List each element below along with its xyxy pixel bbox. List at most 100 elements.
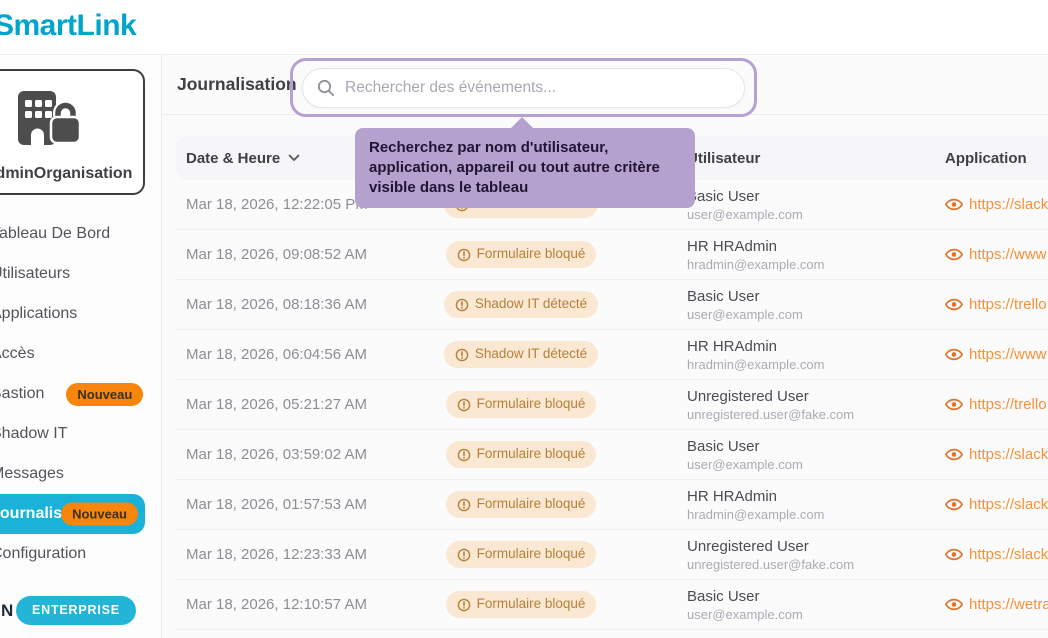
sidebar-item-label: Accès <box>0 345 35 363</box>
search-box[interactable] <box>302 68 745 108</box>
application-link[interactable]: https://slack <box>969 546 1048 563</box>
building-lock-icon <box>10 87 84 154</box>
event-type-badge: Shadow IT détecté <box>444 341 598 367</box>
sidebar-item-label: Tableau De Bord <box>0 225 110 243</box>
eye-icon <box>945 348 963 361</box>
event-type-badge: Formulaire bloqué <box>446 541 597 567</box>
sidebar-item-label: Applications <box>0 305 77 323</box>
user-cell: HR HRAdmin hradmin@example.com <box>616 238 945 272</box>
user-name: Basic User <box>687 288 945 305</box>
table-row: Mar 18, 2026, 01:57:53 AMFormulaire bloq… <box>176 480 1048 530</box>
user-cell: Unregistered Userunregistered.user@fake.… <box>616 388 945 422</box>
organisation-card[interactable]: AdminOrganisation <box>0 69 145 195</box>
user-email: user@example.com <box>687 307 945 322</box>
sidebar-item-bastion[interactable]: Bastion Nouveau <box>0 374 211 414</box>
sidebar-item-acces[interactable]: Accès <box>0 334 211 374</box>
user-email: user@example.com <box>687 457 945 472</box>
user-email: hradmin@example.com <box>687 357 945 372</box>
search-icon <box>317 79 335 97</box>
event-type-badge: Formulaire bloqué <box>446 591 597 617</box>
event-cell: Shadow IT détecté <box>426 341 616 367</box>
event-cell: Shadow IT détecté <box>426 291 616 317</box>
top-bar: SmartLink <box>0 0 1048 55</box>
user-cell: HR HRAdminhradmin@example.com <box>616 488 945 522</box>
event-type-label: Formulaire bloqué <box>477 246 586 262</box>
user-email: user@example.com <box>687 607 945 622</box>
user-email: unregistered.user@fake.com <box>687 557 945 572</box>
application-link[interactable]: https://www <box>969 246 1047 263</box>
event-cell: Formulaire bloqué <box>426 241 616 267</box>
sidebar-item-label: Utilisateurs <box>0 265 70 283</box>
application-cell: https://slack <box>945 496 1048 513</box>
brand-logo[interactable]: SmartLink <box>0 9 136 43</box>
alert-circle-icon <box>457 598 471 612</box>
user-name: Unregistered User <box>687 388 945 405</box>
search-focus-ring <box>290 58 757 117</box>
application-cell: https://wetra <box>945 596 1048 613</box>
application-link[interactable]: https://slack <box>969 196 1048 213</box>
table-row: Mar 18, 2026, 09:08:52 AM Formulaire bloq… <box>176 230 1048 280</box>
event-cell: Formulaire bloqué <box>426 391 616 417</box>
event-type-label: Formulaire bloqué <box>477 596 586 612</box>
page-title: Journalisation <box>177 74 297 95</box>
nouveau-badge: Nouveau <box>66 383 143 406</box>
sidebar-item-configuration[interactable]: Configuration <box>0 534 211 574</box>
user-cell: Basic User user@example.com <box>616 588 945 622</box>
sidebar-item-journalisation[interactable]: JournalisationNouveau <box>0 494 145 534</box>
table-row: Mar 18, 2026, 05:21:27 AMFormulaire bloq… <box>176 380 1048 430</box>
sidebar-item-label: Bastion <box>0 385 44 403</box>
user-name: Basic User <box>687 588 945 605</box>
application-cell: https://trello <box>945 296 1048 313</box>
application-link[interactable]: https://trello <box>969 296 1047 313</box>
application-link[interactable]: https://slack <box>969 496 1048 513</box>
eye-icon <box>945 448 963 461</box>
event-type-label: Formulaire bloqué <box>477 396 586 412</box>
column-header-application[interactable]: Application <box>945 150 1048 167</box>
alert-circle-icon <box>457 398 471 412</box>
event-datetime: Mar 18, 2026, 01:57:53 AM <box>176 496 426 513</box>
application-cell: https://trello <box>945 396 1048 413</box>
enterprise-badge: ENTERPRISE <box>16 596 136 625</box>
application-cell: https://www <box>945 346 1048 363</box>
sidebar-item-messages[interactable]: Messages <box>0 454 211 494</box>
table-row: Mar 18, 2026, 06:04:56 AM Shadow IT détec… <box>176 330 1048 380</box>
events-table: Date & Heure Utilisateur Application Mar… <box>176 136 1048 630</box>
application-link[interactable]: https://trello <box>969 396 1047 413</box>
user-name: Basic User <box>687 438 945 455</box>
event-cell: Formulaire bloqué <box>426 541 616 567</box>
application-link[interactable]: https://wetra <box>969 596 1048 613</box>
eye-icon <box>945 548 963 561</box>
alert-circle-icon <box>457 498 471 512</box>
alert-circle-icon <box>457 448 471 462</box>
user-name: Unregistered User <box>687 538 945 555</box>
sidebar-item-tableau-de-bord[interactable]: Tableau De Bord <box>0 214 211 254</box>
user-name: HR HRAdmin <box>687 338 945 355</box>
event-type-badge: Formulaire bloqué <box>446 241 597 267</box>
alert-circle-icon <box>455 298 469 312</box>
table-row: Mar 18, 2026, 12:23:33 AMFormulaire bloq… <box>176 530 1048 580</box>
sidebar-item-applications[interactable]: Applications <box>0 294 211 334</box>
event-type-badge: Shadow IT détecté <box>444 291 598 317</box>
sidebar-item-utilisateurs[interactable]: Utilisateurs <box>0 254 211 294</box>
sidebar-item-shadow-it[interactable]: Shadow IT <box>0 414 211 454</box>
event-type-label: Formulaire bloqué <box>477 446 586 462</box>
user-name: HR HRAdmin <box>687 238 945 255</box>
alert-circle-icon <box>457 548 471 562</box>
sidebar: AdminOrganisation Tableau De Bord Utilisa… <box>0 55 162 638</box>
event-datetime: Mar 18, 2026, 06:04:56 AM <box>176 346 426 363</box>
sidebar-nav: Tableau De Bord Utilisateurs Applications A… <box>0 214 211 574</box>
event-datetime: Mar 18, 2026, 09:08:52 AM <box>176 246 426 263</box>
application-cell: https://slack <box>945 196 1048 213</box>
alert-circle-icon <box>455 348 469 362</box>
event-type-badge: Formulaire bloqué <box>446 441 597 467</box>
application-link[interactable]: https://www <box>969 346 1047 363</box>
user-cell: Basic User user@example.com <box>616 438 945 472</box>
event-datetime: Mar 18, 2026, 03:59:02 AM <box>176 446 426 463</box>
eye-icon <box>945 298 963 311</box>
search-input[interactable] <box>345 79 730 97</box>
application-link[interactable]: https://slack <box>969 446 1048 463</box>
user-cell: Basic User user@example.com <box>616 288 945 322</box>
user-email: hradmin@example.com <box>687 257 945 272</box>
plan-label: N <box>1 601 13 621</box>
alert-circle-icon <box>457 248 471 262</box>
